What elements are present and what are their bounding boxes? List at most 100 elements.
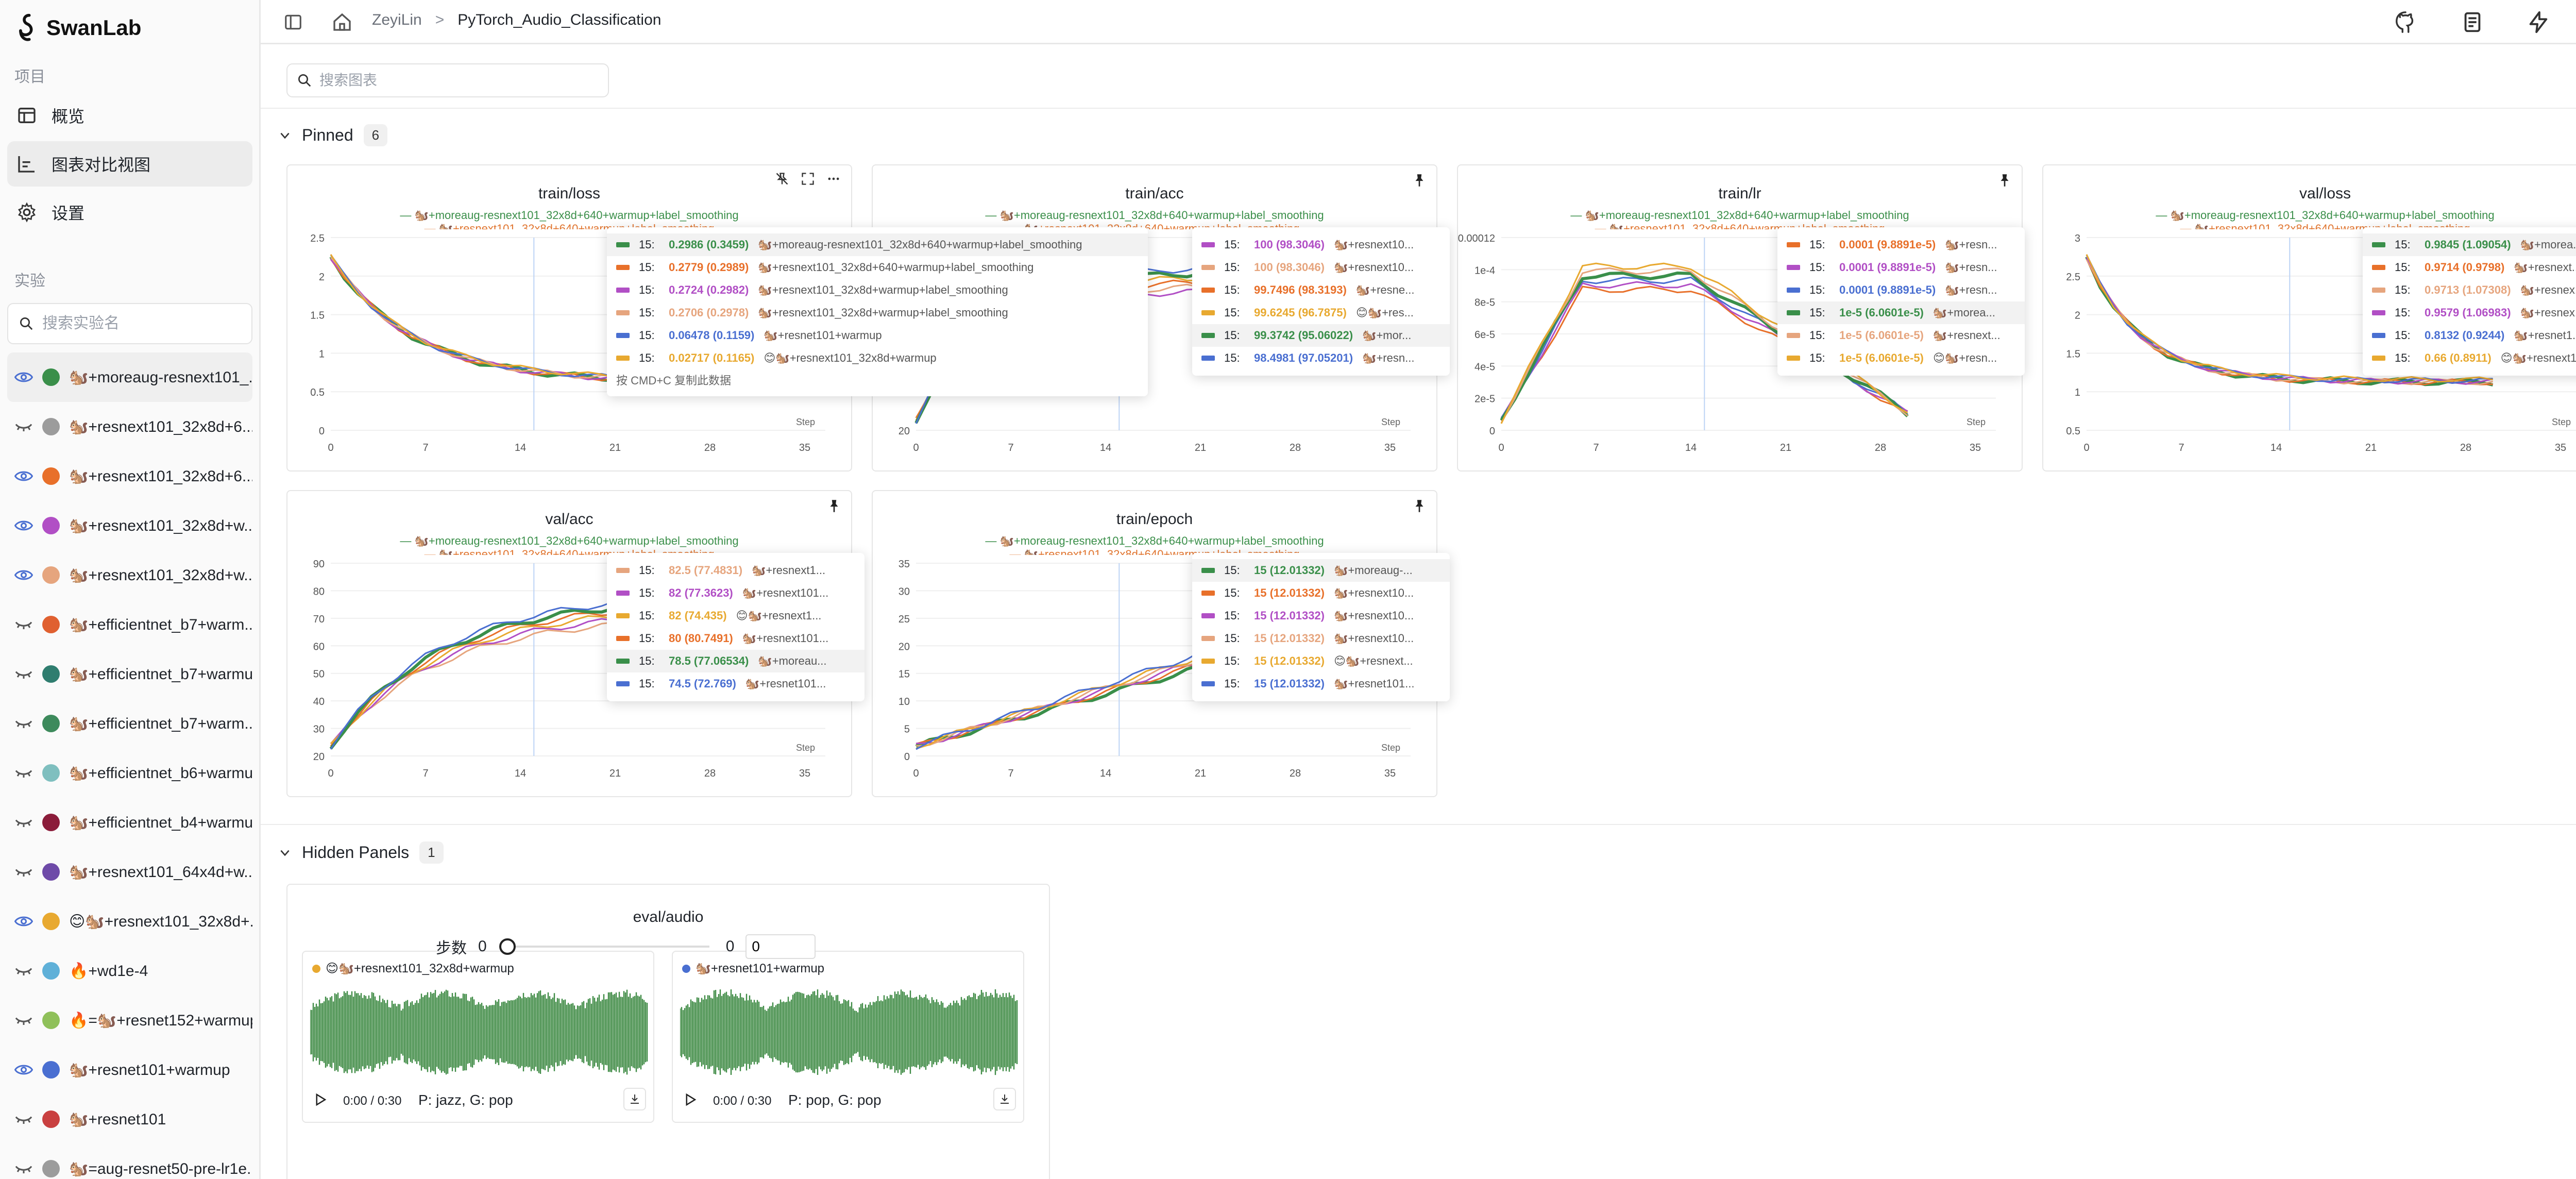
chart-panel[interactable]: train/lr — 🐿️+moreaug-resnext101_32x8d+64… bbox=[1457, 164, 2025, 471]
chart-search[interactable] bbox=[286, 63, 609, 97]
step-slider[interactable] bbox=[498, 936, 715, 957]
audio-waveform[interactable] bbox=[680, 986, 1018, 1079]
nav-chart-compare[interactable]: 图表对比视图 bbox=[7, 141, 252, 187]
tooltip-row: 15: 15 (12.01332) 🐿️+resnext10... bbox=[1201, 604, 1440, 627]
series-swatch bbox=[1787, 288, 1800, 293]
chart-panel[interactable]: train/loss — 🐿️+moreaug-resnext101_32x8d+… bbox=[286, 164, 1148, 471]
y-tick-label: 20 bbox=[899, 426, 910, 437]
tooltip-series-name: 🐿️+resnext10... bbox=[1334, 586, 1414, 599]
lightning-icon[interactable] bbox=[2527, 10, 2550, 34]
eye-closed-icon[interactable] bbox=[14, 716, 33, 731]
experiment-color-dot[interactable] bbox=[42, 1012, 60, 1029]
audio-waveform[interactable] bbox=[310, 986, 648, 1079]
play-icon[interactable] bbox=[682, 1092, 698, 1107]
eye-closed-icon[interactable] bbox=[14, 815, 33, 830]
eye-icon[interactable] bbox=[14, 567, 33, 583]
chart-search-input[interactable] bbox=[319, 72, 608, 89]
experiment-color-dot[interactable] bbox=[42, 913, 60, 930]
nav-settings[interactable]: 设置 bbox=[7, 190, 252, 235]
experiment-color-dot[interactable] bbox=[42, 368, 60, 386]
y-tick-label: 2.5 bbox=[310, 233, 325, 244]
tooltip-value: 99.6245 (96.7875) bbox=[1254, 306, 1347, 319]
logo[interactable]: SwanLab bbox=[15, 13, 141, 42]
eye-closed-icon[interactable] bbox=[14, 419, 33, 434]
experiment-color-dot[interactable] bbox=[42, 517, 60, 534]
download-button[interactable] bbox=[993, 1088, 1016, 1110]
experiment-color-dot[interactable] bbox=[42, 962, 60, 980]
experiment-row[interactable]: 🐿️+resnext101_32x8d+6... bbox=[7, 402, 252, 451]
series-swatch bbox=[1201, 265, 1215, 270]
eye-icon[interactable] bbox=[14, 468, 33, 484]
breadcrumb-owner[interactable]: ZeyiLin bbox=[372, 11, 422, 29]
tooltip-row: 15: 0.0001 (9.8891e-5) 🐿️+resn... bbox=[1787, 279, 2015, 301]
eye-icon[interactable] bbox=[14, 1062, 33, 1077]
tooltip-step: 15: bbox=[1224, 677, 1240, 690]
experiment-row[interactable]: 🐿️+efficientnet_b4+warmup bbox=[7, 798, 252, 847]
experiment-color-dot[interactable] bbox=[42, 715, 60, 732]
tooltip-step: 15: bbox=[1224, 238, 1240, 251]
experiment-row[interactable]: 🔥+wd1e-4 bbox=[7, 946, 252, 996]
github-icon[interactable] bbox=[2394, 10, 2417, 34]
experiment-color-dot[interactable] bbox=[42, 764, 60, 782]
step-input[interactable] bbox=[745, 934, 816, 959]
eye-closed-icon[interactable] bbox=[14, 963, 33, 979]
eye-closed-icon[interactable] bbox=[14, 765, 33, 781]
eye-icon[interactable] bbox=[14, 518, 33, 533]
audio-color-dot bbox=[682, 964, 690, 973]
docs-icon[interactable] bbox=[2461, 10, 2484, 34]
experiment-color-dot[interactable] bbox=[42, 863, 60, 881]
chart-panel[interactable]: val/acc — 🐿️+moreaug-resnext101_32x8d+640… bbox=[286, 490, 865, 797]
pinned-group-header[interactable]: Pinned 6 bbox=[278, 124, 388, 146]
experiment-row[interactable]: 🐿️+resnext101_32x8d+w... bbox=[7, 501, 252, 550]
experiment-color-dot[interactable] bbox=[42, 814, 60, 831]
experiment-row[interactable]: 🔥=🐿️+resnet152+warmup bbox=[7, 996, 252, 1045]
experiment-row[interactable]: 🐿️+resnet101 bbox=[7, 1094, 252, 1144]
experiment-row[interactable]: 😊🐿️+resnext101_32x8d+... bbox=[7, 897, 252, 946]
chart-panel[interactable]: val/loss — 🐿️+moreaug-resnext101_32x8d+64… bbox=[2042, 164, 2576, 471]
eye-closed-icon[interactable] bbox=[14, 1013, 33, 1028]
experiment-color-dot[interactable] bbox=[42, 616, 60, 633]
experiment-search-input[interactable] bbox=[42, 315, 248, 332]
eye-closed-icon[interactable] bbox=[14, 666, 33, 682]
experiment-row[interactable]: 🐿️=aug-resnet50-pre-lr1e... bbox=[7, 1144, 252, 1179]
experiment-color-dot[interactable] bbox=[42, 1110, 60, 1128]
experiment-row[interactable]: 🐿️+resnet101+warmup bbox=[7, 1045, 252, 1094]
sidebar-toggle-icon[interactable] bbox=[283, 10, 303, 34]
eye-closed-icon[interactable] bbox=[14, 1161, 33, 1176]
x-tick-label: 35 bbox=[1384, 442, 1396, 453]
experiment-color-dot[interactable] bbox=[42, 418, 60, 435]
experiment-row[interactable]: 🐿️+efficientnet_b7+warmup bbox=[7, 649, 252, 699]
experiment-color-dot[interactable] bbox=[42, 566, 60, 584]
breadcrumb-project[interactable]: PyTorch_Audio_Classification bbox=[457, 11, 661, 29]
experiment-row[interactable]: 🐿️+efficientnet_b7+warm... bbox=[7, 600, 252, 649]
home-icon[interactable] bbox=[332, 10, 352, 34]
x-tick-label: 35 bbox=[799, 442, 810, 453]
eye-closed-icon[interactable] bbox=[14, 864, 33, 880]
tooltip-row: 15: 82 (74.435) 😊🐿️+resnext1... bbox=[616, 604, 855, 627]
experiment-row[interactable]: 🐿️+resnext101_32x8d+w... bbox=[7, 550, 252, 600]
y-tick-label: 20 bbox=[313, 751, 325, 763]
eye-icon[interactable] bbox=[14, 369, 33, 385]
chart-panel[interactable]: train/epoch — 🐿️+moreaug-resnext101_32x8d… bbox=[872, 490, 1450, 797]
eye-closed-icon[interactable] bbox=[14, 1111, 33, 1127]
experiment-color-dot[interactable] bbox=[42, 665, 60, 683]
hidden-group-header[interactable]: Hidden Panels 1 bbox=[278, 841, 444, 864]
tooltip-step: 15: bbox=[639, 654, 655, 667]
experiment-search[interactable] bbox=[7, 303, 252, 344]
experiment-row[interactable]: 🐿️+efficientnet_b6+warmup bbox=[7, 748, 252, 798]
eye-closed-icon[interactable] bbox=[14, 617, 33, 632]
nav-overview[interactable]: 概览 bbox=[7, 93, 252, 138]
experiment-row[interactable]: 🐿️+resnext101_64x4d+w... bbox=[7, 847, 252, 897]
play-icon[interactable] bbox=[312, 1092, 328, 1107]
experiment-color-dot[interactable] bbox=[42, 1160, 60, 1177]
download-button[interactable] bbox=[623, 1088, 646, 1110]
experiment-color-dot[interactable] bbox=[42, 1061, 60, 1079]
tooltip-value: 78.5 (77.06534) bbox=[669, 654, 749, 667]
tooltip-row: 15: 80 (80.7491) 🐿️+resnext101... bbox=[616, 627, 855, 650]
experiment-color-dot[interactable] bbox=[42, 467, 60, 485]
experiment-row[interactable]: 🐿️+resnext101_32x8d+6... bbox=[7, 451, 252, 501]
experiment-row[interactable]: 🐿️+moreaug-resnext101_... bbox=[7, 352, 252, 402]
eye-icon[interactable] bbox=[14, 914, 33, 929]
experiment-row[interactable]: 🐿️+efficientnet_b7+warm... bbox=[7, 699, 252, 748]
x-tick-label: 0 bbox=[2083, 442, 2089, 453]
